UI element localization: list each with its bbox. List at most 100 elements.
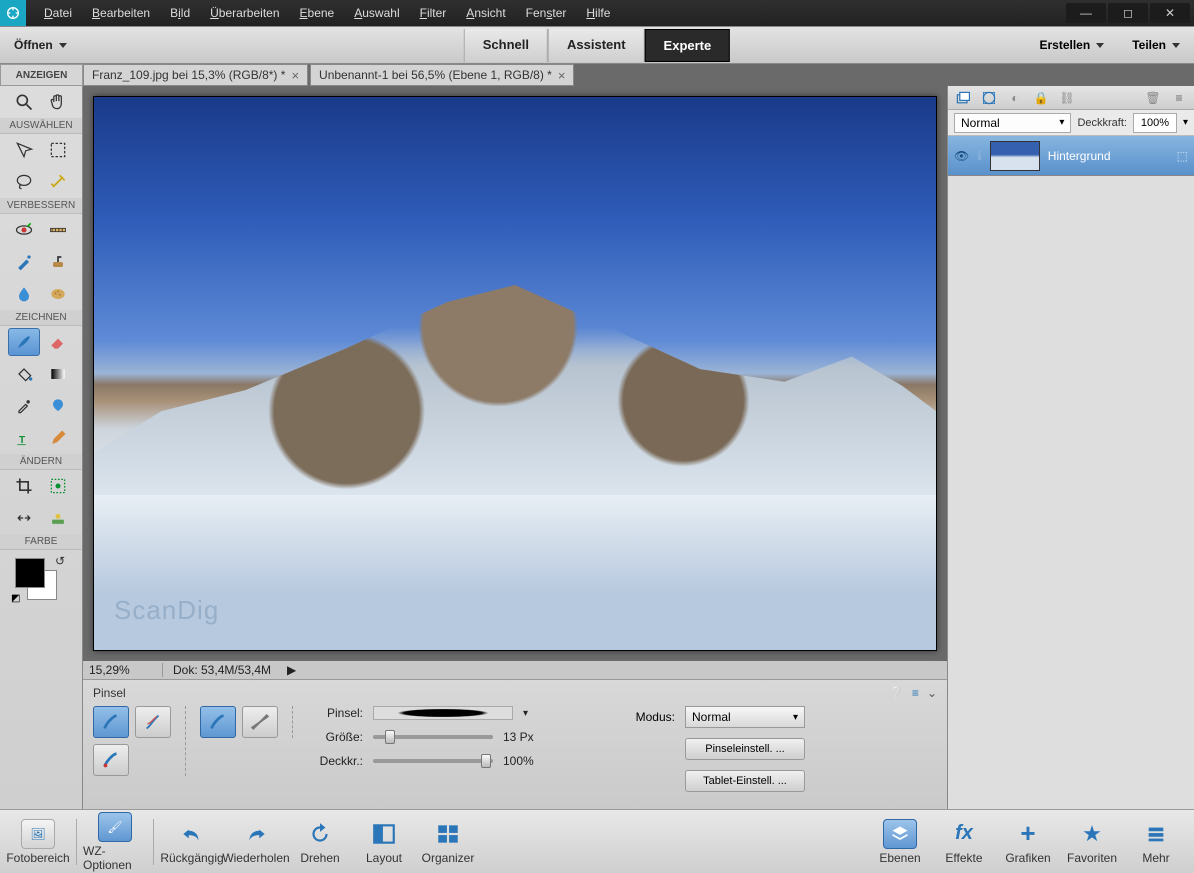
favoriten-button[interactable]: ★Favoriten xyxy=(1060,819,1124,865)
move-tool[interactable] xyxy=(8,136,40,164)
fotobereich-button[interactable]: 🖼Fotobereich xyxy=(6,819,70,865)
marquee-tool[interactable] xyxy=(42,136,74,164)
menu-bild[interactable]: Bild xyxy=(160,6,200,20)
create-button[interactable]: Erstellen xyxy=(1026,32,1119,58)
menu-ebene[interactable]: Ebene xyxy=(290,6,345,20)
eyedropper-tool[interactable] xyxy=(8,392,40,420)
status-arrow-icon[interactable]: ▶ xyxy=(287,663,296,677)
mode-tab-assistent[interactable]: Assistent xyxy=(548,29,645,62)
window-maximize-button[interactable]: ◻ xyxy=(1108,3,1148,23)
collapse-icon[interactable]: ⌄ xyxy=(927,686,937,700)
straighten-tool[interactable] xyxy=(42,216,74,244)
layer-opacity-value[interactable]: 100% xyxy=(1133,113,1177,133)
document-tab[interactable]: Franz_109.jpg bei 15,3% (RGB/8*) * × xyxy=(83,64,308,86)
organizer-button[interactable]: Organizer xyxy=(416,819,480,865)
new-layer-icon[interactable] xyxy=(954,90,972,106)
undo-button[interactable]: Rückgängig xyxy=(160,819,224,865)
hand-tool[interactable] xyxy=(42,88,74,116)
mehr-button[interactable]: Mehr xyxy=(1124,819,1188,865)
brush-mode-airbrush[interactable] xyxy=(242,706,278,738)
window-close-button[interactable]: ✕ xyxy=(1150,3,1190,23)
menu-ueberarbeiten[interactable]: Überarbeiten xyxy=(200,6,289,20)
brush-variant-normal[interactable] xyxy=(93,706,129,738)
menu-fenster[interactable]: Fenster xyxy=(516,6,577,20)
layer-row[interactable]: 👁 ℹ Hintergrund ⬚ xyxy=(948,136,1194,176)
visibility-icon[interactable]: 👁 xyxy=(954,149,969,163)
trash-icon[interactable]: 🗑 xyxy=(1144,90,1162,106)
close-icon[interactable]: × xyxy=(291,68,299,83)
menu-ansicht[interactable]: Ansicht xyxy=(456,6,515,20)
paint-bucket-tool[interactable] xyxy=(8,360,40,388)
layout-button[interactable]: Layout xyxy=(352,819,416,865)
type-tool[interactable]: T xyxy=(8,424,40,452)
sharpen-tool[interactable] xyxy=(42,504,74,532)
menu-datei[interactable]: Datei xyxy=(34,6,82,20)
ebenen-button[interactable]: Ebenen xyxy=(868,819,932,865)
shape-tool[interactable] xyxy=(42,392,74,420)
chevron-down-icon[interactable]: ▾ xyxy=(523,708,528,719)
clone-stamp-tool[interactable] xyxy=(42,248,74,276)
menu-hilfe[interactable]: Hilfe xyxy=(576,6,620,20)
link-layers-icon[interactable]: ⛓ xyxy=(1058,90,1076,106)
chevron-down-icon[interactable]: ▾ xyxy=(1183,117,1188,128)
menu-bearbeiten[interactable]: Bearbeiten xyxy=(82,6,160,20)
lock-icon[interactable]: ⬚ xyxy=(1177,149,1188,163)
recompose-tool[interactable] xyxy=(42,472,74,500)
menu-icon[interactable]: ≡ xyxy=(912,686,919,700)
action-bar: Öffnen Schnell Assistent Experte Erstell… xyxy=(0,26,1194,64)
sponge-tool[interactable] xyxy=(42,280,74,308)
content-aware-move-tool[interactable] xyxy=(8,504,40,532)
zoom-tool[interactable] xyxy=(8,88,40,116)
panel-menu-icon[interactable]: ≡ xyxy=(1170,90,1188,106)
foreground-color[interactable] xyxy=(15,558,45,588)
brush-mode-paint[interactable] xyxy=(200,706,236,738)
lasso-tool[interactable] xyxy=(8,168,40,196)
help-icon[interactable]: ❔ xyxy=(889,686,904,700)
mode-tab-experte[interactable]: Experte xyxy=(645,29,731,62)
brush-variant-impressionist[interactable] xyxy=(135,706,171,738)
tablet-settings-button[interactable]: Tablet-Einstell. ... xyxy=(685,770,805,792)
crop-tool[interactable] xyxy=(8,472,40,500)
mode-tab-schnell[interactable]: Schnell xyxy=(464,29,548,62)
adjustment-layer-icon[interactable]: ◐ xyxy=(1006,90,1024,106)
size-slider[interactable] xyxy=(373,735,493,739)
layer-mask-icon[interactable] xyxy=(980,90,998,106)
wz-optionen-button[interactable]: 🖌WZ-Optionen xyxy=(83,812,147,872)
redo-button[interactable]: Wiederholen xyxy=(224,819,288,865)
size-value: 13 Px xyxy=(503,730,534,744)
effekte-button[interactable]: fxEffekte xyxy=(932,819,996,865)
status-zoom[interactable]: 15,29% xyxy=(83,663,163,677)
color-swatch[interactable]: ↺ ◩ xyxy=(11,554,71,604)
reset-colors-icon[interactable]: ◩ xyxy=(11,593,20,604)
open-button[interactable]: Öffnen xyxy=(0,38,81,52)
document-canvas[interactable]: ScanDig xyxy=(93,96,937,651)
blend-mode-select[interactable]: Normal ▾ xyxy=(954,113,1071,133)
svg-text:T: T xyxy=(19,435,25,446)
pencil-tool[interactable] xyxy=(42,424,74,452)
smart-brush-tool[interactable] xyxy=(8,248,40,276)
close-icon[interactable]: × xyxy=(558,68,566,83)
grafiken-button[interactable]: +Grafiken xyxy=(996,819,1060,865)
mode-select[interactable]: Normal ▾ xyxy=(685,706,805,728)
brush-preview[interactable] xyxy=(373,706,513,720)
gradient-tool[interactable] xyxy=(42,360,74,388)
brush-settings-button[interactable]: Pinseleinstell. ... xyxy=(685,738,805,760)
menu-auswahl[interactable]: Auswahl xyxy=(344,6,409,20)
brush-variant-color-replace[interactable] xyxy=(93,744,129,776)
canvas-viewport[interactable]: ScanDig xyxy=(83,86,947,661)
redeye-tool[interactable] xyxy=(8,216,40,244)
window-minimize-button[interactable]: — xyxy=(1066,3,1106,23)
layer-thumbnail[interactable] xyxy=(990,141,1040,171)
opacity-slider[interactable] xyxy=(373,759,493,763)
blur-tool[interactable] xyxy=(8,280,40,308)
eraser-tool[interactable] xyxy=(42,328,74,356)
share-button[interactable]: Teilen xyxy=(1118,32,1194,58)
magic-wand-tool[interactable] xyxy=(42,168,74,196)
toolbox-section-color: FARBE xyxy=(0,534,82,550)
rotate-button[interactable]: Drehen xyxy=(288,819,352,865)
brush-tool[interactable] xyxy=(8,328,40,356)
document-tab[interactable]: Unbenannt-1 bei 56,5% (Ebene 1, RGB/8) *… xyxy=(310,64,574,86)
swap-colors-icon[interactable]: ↺ xyxy=(55,554,65,568)
lock-icon[interactable]: 🔒 xyxy=(1032,90,1050,106)
menu-filter[interactable]: Filter xyxy=(410,6,457,20)
